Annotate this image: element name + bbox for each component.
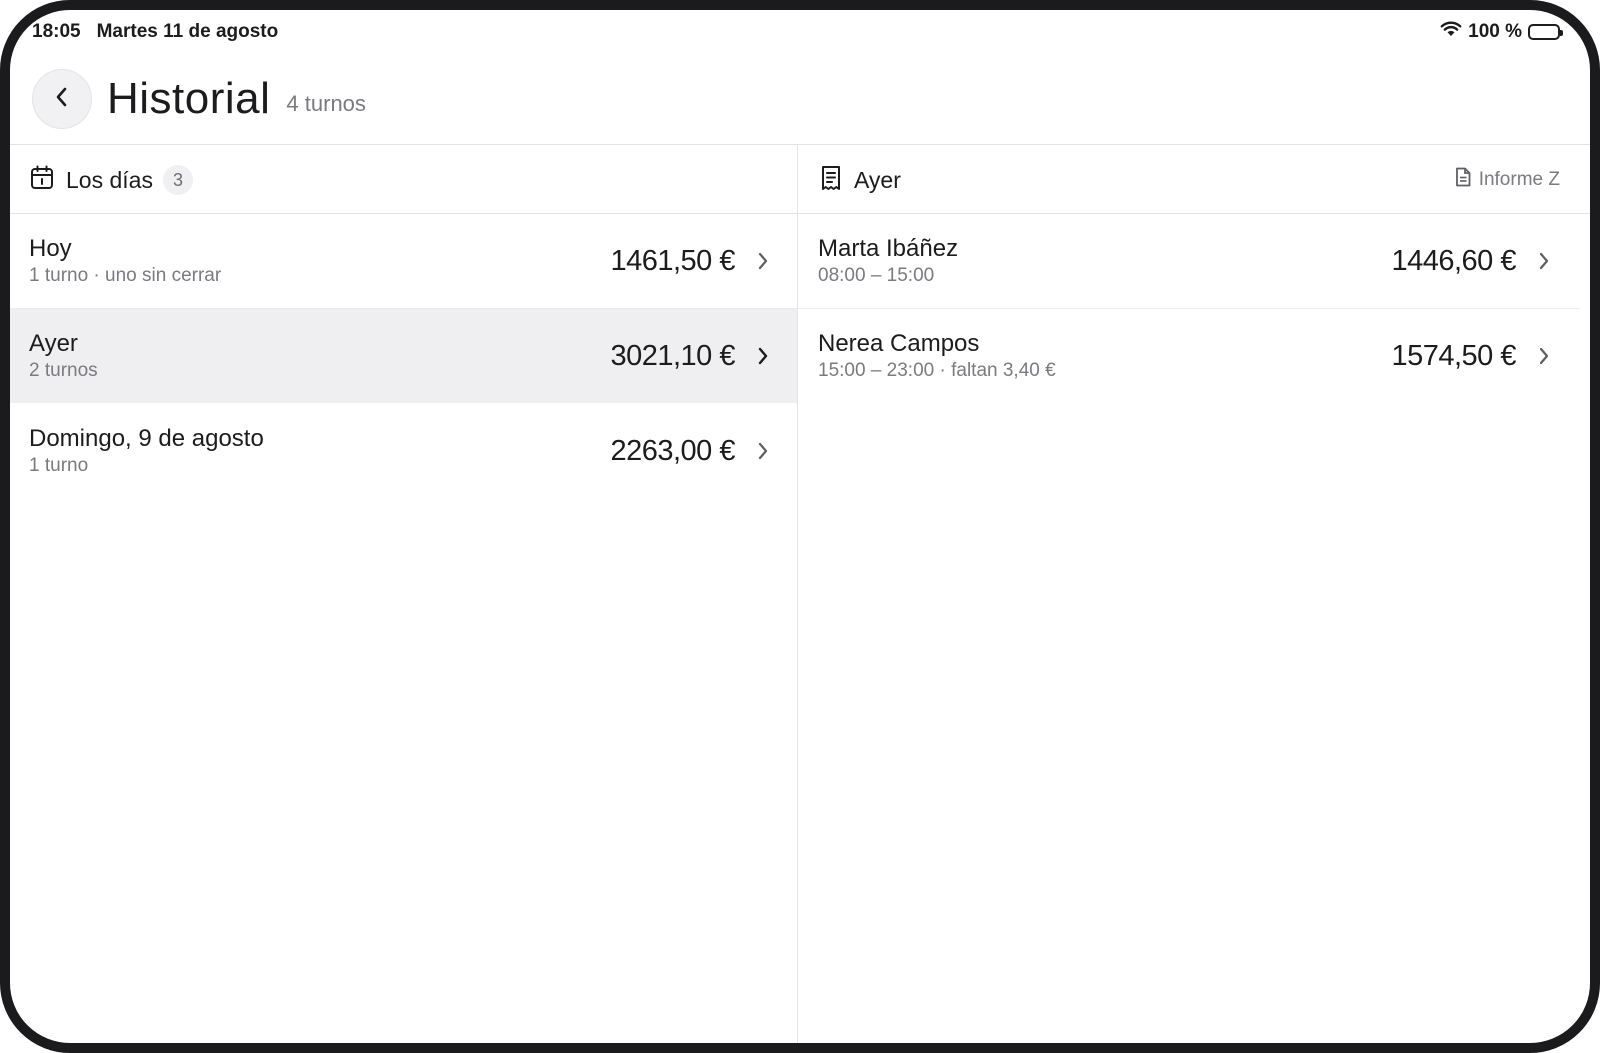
chevron-right-icon bbox=[757, 251, 769, 271]
day-row-amount: 2263,00 € bbox=[610, 434, 735, 467]
chevron-right-icon bbox=[1538, 346, 1550, 366]
day-row-title: Domingo, 9 de agosto bbox=[29, 425, 264, 452]
shift-row-amount: 1574,50 € bbox=[1391, 339, 1516, 372]
receipt-icon bbox=[820, 165, 842, 196]
status-time: 18:05 bbox=[32, 21, 81, 42]
document-icon bbox=[1455, 167, 1471, 193]
day-row-hoy[interactable]: Hoy 1 turno · uno sin cerrar 1461,50 € bbox=[10, 214, 797, 308]
power-button bbox=[1592, 783, 1600, 923]
informe-z-button[interactable]: Informe Z bbox=[1455, 167, 1560, 193]
day-row-title: Ayer bbox=[29, 330, 78, 357]
day-row-subtitle: 2 turnos bbox=[29, 360, 98, 381]
chevron-right-icon bbox=[757, 346, 769, 366]
calendar-icon bbox=[30, 165, 54, 196]
page-subtitle: 4 turnos bbox=[286, 91, 366, 116]
volume-up-button bbox=[1592, 130, 1600, 222]
header-divider bbox=[10, 144, 1590, 145]
shift-row-subtitle: 15:00 – 23:00 · faltan 3,40 € bbox=[818, 360, 1056, 381]
battery-icon bbox=[1528, 24, 1563, 40]
day-row-ayer[interactable]: Ayer 2 turnos 3021,10 € bbox=[10, 309, 797, 403]
shift-row-title: Nerea Campos bbox=[818, 330, 980, 357]
status-date: Martes 11 de agosto bbox=[96, 21, 279, 42]
shift-row-nerea[interactable]: Nerea Campos 15:00 – 23:00 · faltan 3,40… bbox=[798, 309, 1590, 403]
informe-z-label: Informe Z bbox=[1478, 169, 1560, 190]
day-row-subtitle: 1 turno · uno sin cerrar bbox=[29, 265, 222, 286]
chevron-left-icon bbox=[54, 85, 70, 114]
shift-row-marta[interactable]: Marta Ibáñez 08:00 – 15:00 1446,60 € bbox=[798, 214, 1590, 308]
day-row-amount: 3021,10 € bbox=[610, 339, 735, 372]
volume-down-button bbox=[1592, 245, 1600, 337]
back-button[interactable] bbox=[32, 69, 92, 129]
chevron-right-icon bbox=[1538, 251, 1550, 271]
page-title: Historial bbox=[107, 74, 271, 123]
status-bar: 18:05 Martes 11 de agosto 100 % bbox=[32, 18, 1563, 46]
chevron-right-icon bbox=[757, 441, 769, 461]
shift-row-amount: 1446,60 € bbox=[1391, 244, 1516, 277]
shifts-panel-title: Ayer bbox=[854, 166, 901, 193]
days-count-badge: 3 bbox=[162, 165, 193, 195]
page-header: Historial 4 turnos bbox=[32, 68, 366, 130]
day-row-subtitle: 1 turno bbox=[29, 455, 89, 476]
days-panel-title: Los días bbox=[66, 166, 153, 193]
days-panel-header: Los días 3 bbox=[30, 146, 790, 214]
battery-percentage: 100 % bbox=[1468, 21, 1522, 42]
day-row-domingo[interactable]: Domingo, 9 de agosto 1 turno 2263,00 € bbox=[10, 404, 797, 498]
shifts-panel-header: Ayer Informe Z bbox=[820, 146, 1560, 214]
status-indicators: 100 % bbox=[1440, 21, 1563, 43]
shift-row-title: Marta Ibáñez bbox=[818, 235, 959, 262]
wifi-icon bbox=[1440, 21, 1462, 43]
shift-row-subtitle: 08:00 – 15:00 bbox=[818, 265, 935, 286]
day-row-title: Hoy bbox=[29, 235, 72, 262]
day-row-amount: 1461,50 € bbox=[610, 244, 735, 277]
